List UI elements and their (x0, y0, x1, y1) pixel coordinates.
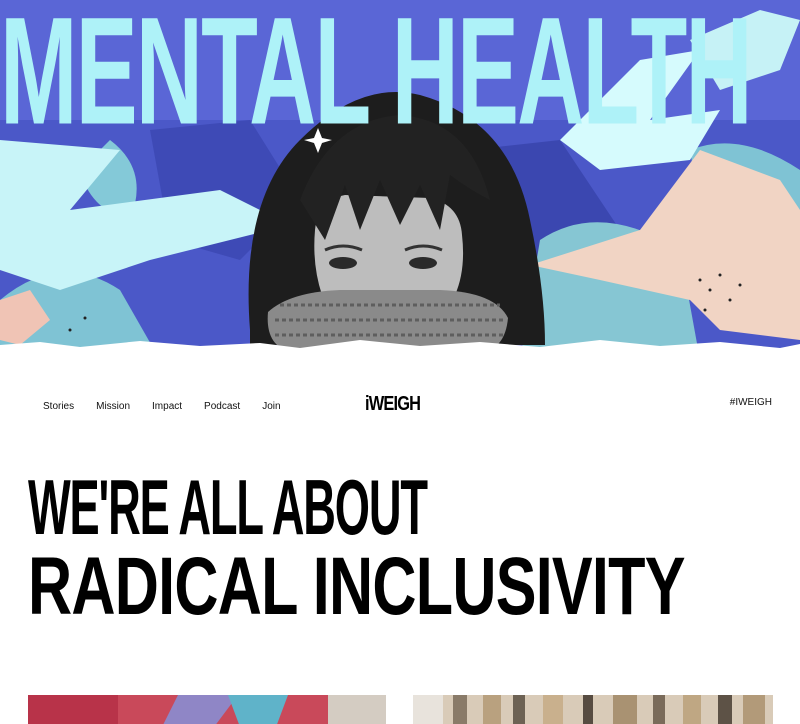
headline: WE'RE ALL ABOUT RADICAL INCLUSIVITY (28, 463, 788, 628)
nav-link-stories[interactable]: Stories (43, 401, 74, 412)
card-image-right (413, 695, 773, 724)
page: MENTAL HEALTH Stories Mission Impact Pod… (0, 0, 800, 724)
story-card-image-left[interactable] (28, 695, 386, 724)
hero-banner: MENTAL HEALTH (0, 0, 800, 360)
nav-link-join[interactable]: Join (262, 401, 280, 412)
story-card-image-right[interactable] (413, 695, 773, 724)
nav-link-impact[interactable]: Impact (152, 401, 182, 412)
nav-links: Stories Mission Impact Podcast Join (43, 401, 281, 412)
site-logo[interactable]: iWEIGH (365, 393, 421, 416)
card-image-left (28, 695, 386, 724)
headline-line-2: RADICAL INCLUSIVITY (28, 541, 685, 632)
headline-line-1: WE'RE ALL ABOUT (28, 463, 428, 551)
hero-title: MENTAL HEALTH (0, 0, 753, 157)
nav-link-podcast[interactable]: Podcast (204, 401, 240, 412)
main-nav: Stories Mission Impact Podcast Join iWEI… (0, 390, 800, 424)
hashtag-link[interactable]: #IWEIGH (730, 397, 772, 408)
nav-link-mission[interactable]: Mission (96, 401, 130, 412)
